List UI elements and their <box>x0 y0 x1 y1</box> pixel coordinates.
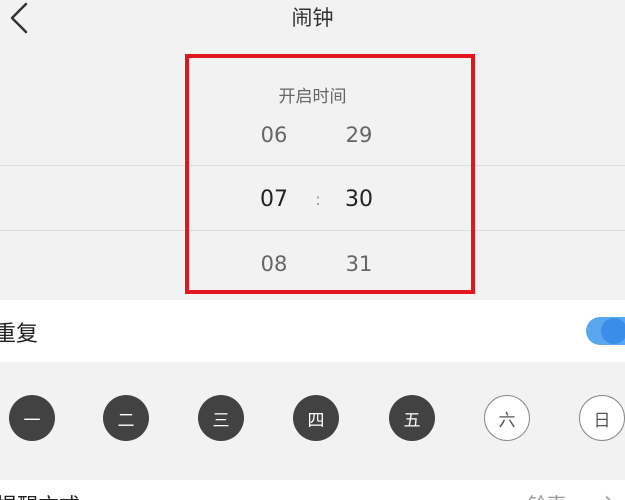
repeat-toggle[interactable] <box>586 317 625 345</box>
repeat-row: 重复 <box>0 300 625 362</box>
minute-below[interactable]: 31 <box>329 252 389 276</box>
day-wednesday[interactable]: 三 <box>198 395 244 441</box>
day-tuesday[interactable]: 二 <box>103 395 149 441</box>
minute-above[interactable]: 29 <box>329 123 389 147</box>
day-thursday[interactable]: 四 <box>293 395 339 441</box>
day-sunday[interactable]: 日 <box>579 395 625 441</box>
hour-selected[interactable]: 07 <box>244 187 304 212</box>
header: 闹钟 <box>0 0 625 44</box>
reminder-value: 铃声 <box>528 490 566 500</box>
weekday-selector: 一 二 三 四 五 六 日 <box>0 362 625 480</box>
picker-label: 开启时间 <box>278 87 347 107</box>
repeat-label: 重复 <box>0 322 39 347</box>
chevron-right-icon: › <box>604 488 613 500</box>
page-title: 闹钟 <box>291 6 334 30</box>
day-saturday[interactable]: 六 <box>484 395 530 441</box>
day-monday[interactable]: 一 <box>9 395 55 441</box>
hour-below[interactable]: 08 <box>244 252 304 276</box>
reminder-label: 提醒方式 <box>0 490 80 500</box>
minute-selected[interactable]: 30 <box>329 187 389 212</box>
time-picker[interactable]: 开启时间 06 29 07 : 30 08 31 <box>0 60 625 295</box>
toggle-knob <box>601 318 625 344</box>
day-friday[interactable]: 五 <box>389 395 435 441</box>
reminder-row[interactable]: 提醒方式 铃声 › <box>0 480 625 500</box>
hour-above[interactable]: 06 <box>244 123 304 147</box>
time-separator: : <box>315 190 321 209</box>
picker-divider-top <box>0 165 625 166</box>
picker-divider-bottom <box>0 230 625 231</box>
